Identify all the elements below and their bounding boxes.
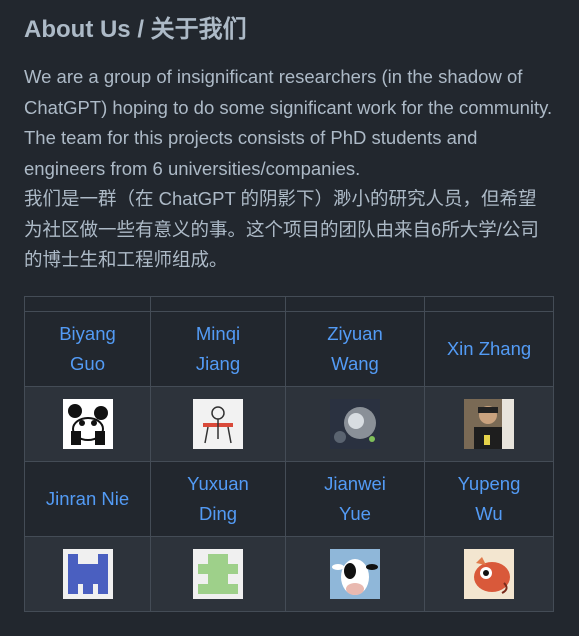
member-link-jinran-nie[interactable]: Jinran Nie bbox=[46, 488, 129, 509]
avatars-row-1 bbox=[24, 385, 554, 462]
member-cell: Jinran Nie bbox=[24, 460, 151, 537]
header-cell bbox=[285, 295, 425, 312]
table-header-row bbox=[24, 295, 554, 312]
names-row-1: Biyang Guo Minqi Jiang Ziyuan Wang Xin Zhan… bbox=[24, 310, 554, 387]
member-link-jianwei-yue[interactable]: Jianwei Yue bbox=[324, 473, 386, 524]
avatar-cell bbox=[285, 385, 425, 462]
member-link-yupeng-wu[interactable]: Yupeng Wu bbox=[458, 473, 521, 524]
member-link-xin-zhang[interactable]: Xin Zhang bbox=[447, 338, 531, 359]
names-row-2: Jinran Nie Yuxuan Ding Jianwei Yue Yupeng W… bbox=[24, 460, 554, 537]
intro-paragraph: We are a group of insignificant research… bbox=[24, 62, 555, 276]
cartoon-avatar[interactable] bbox=[193, 398, 243, 449]
identicon-green-avatar[interactable] bbox=[193, 548, 243, 599]
header-cell bbox=[424, 295, 554, 312]
member-cell: Jianwei Yue bbox=[285, 460, 425, 537]
member-link-yuxuan-ding[interactable]: Yuxuan Ding bbox=[187, 473, 249, 524]
about-section: About Us / 关于我们 We are a group of insign… bbox=[0, 0, 579, 612]
member-link-biyang-guo[interactable]: Biyang Guo bbox=[59, 323, 116, 374]
photo-avatar[interactable] bbox=[464, 398, 514, 449]
avatar-cell bbox=[24, 385, 151, 462]
team-table: Biyang Guo Minqi Jiang Ziyuan Wang Xin Zhan… bbox=[24, 295, 554, 612]
member-cell: Ziyuan Wang bbox=[285, 310, 425, 387]
header-cell bbox=[150, 295, 286, 312]
cow-avatar[interactable] bbox=[330, 548, 380, 599]
identicon-blue-avatar[interactable] bbox=[62, 548, 113, 599]
member-cell: Biyang Guo bbox=[24, 310, 151, 387]
member-cell: Yupeng Wu bbox=[424, 460, 554, 537]
fish-avatar[interactable] bbox=[464, 548, 514, 599]
avatar-cell bbox=[424, 535, 554, 612]
member-cell: Xin Zhang bbox=[424, 310, 554, 387]
avatars-row-2 bbox=[24, 535, 554, 612]
avatar-cell bbox=[24, 535, 151, 612]
section-heading: About Us / 关于我们 bbox=[24, 16, 247, 43]
space-avatar[interactable] bbox=[330, 398, 380, 449]
intro-english: We are a group of insignificant research… bbox=[24, 66, 553, 179]
avatar-cell bbox=[150, 385, 286, 462]
avatar-cell bbox=[285, 535, 425, 612]
header-cell bbox=[24, 295, 151, 312]
member-cell: Minqi Jiang bbox=[150, 310, 286, 387]
member-link-minqi-jiang[interactable]: Minqi Jiang bbox=[196, 323, 240, 374]
panda-avatar[interactable] bbox=[62, 398, 113, 449]
intro-chinese: 我们是一群（在 ChatGPT 的阴影下）渺小的研究人员，但希望为社区做一些有意… bbox=[24, 188, 539, 270]
member-cell: Yuxuan Ding bbox=[150, 460, 286, 537]
avatar-cell bbox=[150, 535, 286, 612]
member-link-ziyuan-wang[interactable]: Ziyuan Wang bbox=[327, 323, 383, 374]
avatar-cell bbox=[424, 385, 554, 462]
